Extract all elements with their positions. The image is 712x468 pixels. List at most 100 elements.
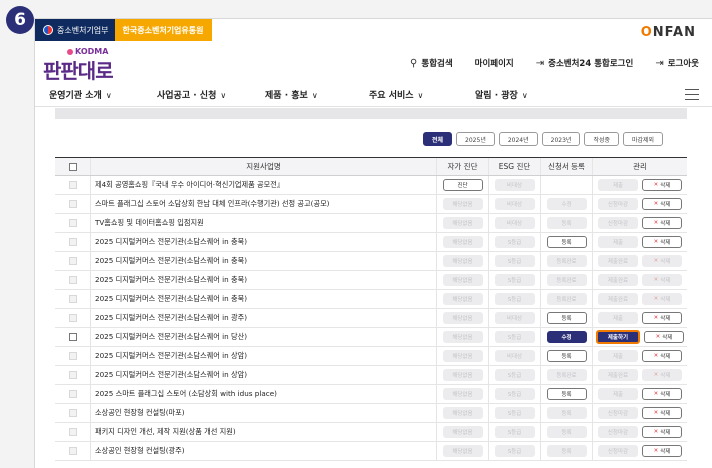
filter-drafting[interactable]: 작성중	[584, 132, 619, 146]
onfan-logo[interactable]: ONFAN	[641, 25, 696, 40]
filter-2023[interactable]: 2023년	[541, 132, 581, 146]
delete-button[interactable]: ✕ 삭제	[642, 350, 682, 362]
chevron-down-icon: ∨	[311, 91, 318, 100]
delete-button[interactable]: ✕ 삭제	[644, 331, 684, 343]
register-application-button[interactable]: 등록	[546, 350, 587, 362]
delete-button: ✕ 삭제	[642, 274, 682, 286]
self-diagnosis-button: 해당없음	[442, 236, 483, 248]
close-icon: ✕	[653, 372, 659, 378]
logout-icon: ⇥	[655, 57, 664, 69]
program-name[interactable]: 패키지 디자인 개선, 제작 지원(상품 개선 지원)	[91, 423, 437, 441]
nav-item-notice[interactable]: 사업공고 · 신청 ∨	[157, 88, 226, 101]
row-checkbox	[68, 352, 77, 360]
register-application-button[interactable]: 등록	[546, 388, 587, 400]
header-self-diagnosis: 자가 진단	[437, 158, 489, 175]
logout-link[interactable]: ⇥ 로그아웃	[655, 57, 699, 70]
close-icon: ✕	[653, 391, 659, 397]
chevron-down-icon: ∨	[521, 91, 528, 100]
register-application-button: 등록	[546, 217, 587, 229]
menu-icon[interactable]	[685, 89, 699, 100]
header-register: 신청서 등록	[541, 158, 593, 175]
delete-button: ✕ 삭제	[642, 369, 682, 381]
esg-diagnosis-button: S등급	[494, 369, 535, 381]
program-name[interactable]: 2025 디지털커머스 전문기관(소담스퀘어 in 광주)	[91, 309, 437, 327]
table-row: 2025 디지털커머스 전문기관(소담스퀘어 in 충북) 해당없음 S등급 등록 제출…	[55, 233, 687, 252]
program-name[interactable]: TV홈쇼핑 및 데이터홈쇼핑 입점지원	[91, 214, 437, 232]
program-name[interactable]: 2025 디지털커머스 전문기관(소담스퀘어 in 당산)	[91, 328, 437, 346]
row-checkbox	[68, 257, 77, 265]
nav-item-notice-plaza[interactable]: 알림 · 광장 ∨	[475, 88, 528, 101]
row-checkbox[interactable]	[68, 333, 77, 341]
table-row: 2025 디지털커머스 전문기관(소담스퀘어 in 광주) 해당없음 비대상 등록 제출…	[55, 309, 687, 328]
row-checkbox	[68, 371, 77, 379]
register-application-button[interactable]: 등록	[546, 312, 587, 324]
program-name[interactable]: 소상공인 현장형 컨설팅(마포)	[91, 404, 437, 422]
submit-button: 제출	[598, 236, 638, 248]
mypage-link[interactable]: 마이페이지	[475, 57, 514, 69]
program-name[interactable]: 2025 디지털커머스 전문기관(소담스퀘어 in 충북)	[91, 252, 437, 270]
agency-link[interactable]: 한국중소벤처기업유통원	[114, 19, 212, 41]
nav-item-about[interactable]: 운영기관 소개 ∨	[49, 88, 112, 101]
delete-button[interactable]: ✕ 삭제	[642, 236, 682, 248]
filter-2025[interactable]: 2025년	[456, 132, 495, 146]
program-name[interactable]: 제4회 공영홈쇼핑『국내 우수 아이디어·혁신기업제품 공모전』	[91, 176, 437, 194]
filter-exclude-closed[interactable]: 마감제외	[623, 132, 664, 146]
row-checkbox	[68, 276, 77, 284]
nav-item-services[interactable]: 주요 서비스 ∨	[369, 88, 423, 101]
close-icon: ✕	[653, 239, 659, 245]
select-all-checkbox[interactable]	[68, 162, 77, 171]
esg-diagnosis-button: 비대상	[494, 350, 535, 362]
esg-diagnosis-button: S등급	[494, 426, 535, 438]
delete-button[interactable]: ✕ 삭제	[642, 426, 682, 438]
delete-button[interactable]: ✕ 삭제	[642, 388, 682, 400]
program-name[interactable]: 스마트 플래그십 스토어 소담상회 한남 대체 인프라(수행기관) 선정 공고(…	[91, 195, 437, 213]
site-logo[interactable]: 판판대로	[43, 55, 114, 84]
search-link[interactable]: ⚲ 통합검색	[410, 57, 453, 70]
delete-button[interactable]: ✕ 삭제	[642, 198, 682, 210]
delete-button[interactable]: ✕ 삭제	[642, 312, 682, 324]
esg-diagnosis-button: S등급	[494, 236, 535, 248]
submit-button: 제출	[598, 350, 638, 362]
delete-button: ✕ 삭제	[642, 293, 682, 305]
self-diagnosis-button: 해당없음	[442, 407, 483, 419]
delete-button[interactable]: ✕ 삭제	[642, 445, 682, 457]
close-icon: ✕	[653, 353, 659, 359]
row-checkbox	[68, 181, 77, 189]
agency-label: 한국중소벤처기업유통원	[122, 25, 204, 35]
delete-button[interactable]: ✕ 삭제	[642, 407, 682, 419]
submit-button: 제출	[598, 312, 638, 324]
program-name[interactable]: 2025 디지털커머스 전문기관(소담스퀘어 in 충북)	[91, 233, 437, 251]
self-diagnosis-button[interactable]: 진단	[442, 179, 483, 191]
self-diagnosis-button: 해당없음	[442, 293, 483, 305]
nav-item-products[interactable]: 제품 · 홍보 ∨	[265, 88, 318, 101]
program-name[interactable]: 2025 디지털커머스 전문기관(소담스퀘어 in 상암)	[91, 347, 437, 365]
table-header: 지원사업명 자가 진단 ESG 진단 신청서 등록 관리	[55, 157, 687, 176]
delete-button[interactable]: ✕ 삭제	[642, 217, 682, 229]
table-row: 2025 디지털커머스 전문기관(소담스퀘어 in 상암) 해당없음 S등급 등록완료…	[55, 366, 687, 385]
filter-all[interactable]: 전체	[423, 132, 453, 146]
self-diagnosis-button: 해당없음	[442, 312, 483, 324]
header-name: 지원사업명	[91, 158, 437, 175]
step-number-badge: 6	[6, 6, 34, 34]
esg-diagnosis-button: 비대상	[494, 312, 535, 324]
close-icon: ✕	[653, 296, 659, 302]
ministry-label: 중소벤처기업부	[57, 25, 109, 35]
program-name[interactable]: 2025 디지털커머스 전문기관(소담스퀘어 in 충북)	[91, 290, 437, 308]
program-name[interactable]: 2025 디지털커머스 전문기관(소담스퀘어 in 상암)	[91, 366, 437, 384]
register-application-button: 등록	[546, 407, 587, 419]
program-name[interactable]: 소상공인 현장형 컨설팅(광주)	[91, 442, 437, 460]
edit-application-button[interactable]: 수정	[546, 331, 587, 343]
filter-2024[interactable]: 2024년	[498, 132, 538, 146]
submit-button[interactable]: 제출하기	[596, 330, 640, 344]
register-application-button[interactable]: 등록	[546, 236, 587, 248]
login24-link[interactable]: ⇥ 중소벤처24 통합로그인	[536, 57, 634, 70]
delete-button[interactable]: ✕ 삭제	[642, 179, 682, 191]
ministry-link[interactable]: 중소벤처기업부	[35, 19, 115, 41]
program-name[interactable]: 2025 스마트 플래그십 스토어 (소담상회 with idus place)	[91, 385, 437, 403]
close-icon: ✕	[653, 220, 659, 226]
program-name[interactable]: 2025 디지털커머스 전문기관(소담스퀘어 in 충북)	[91, 271, 437, 289]
self-diagnosis-button: 해당없음	[442, 198, 483, 210]
esg-diagnosis-button: S등급	[494, 293, 535, 305]
edit-application-button: 수정	[546, 198, 587, 210]
government-seal-icon	[43, 25, 53, 35]
